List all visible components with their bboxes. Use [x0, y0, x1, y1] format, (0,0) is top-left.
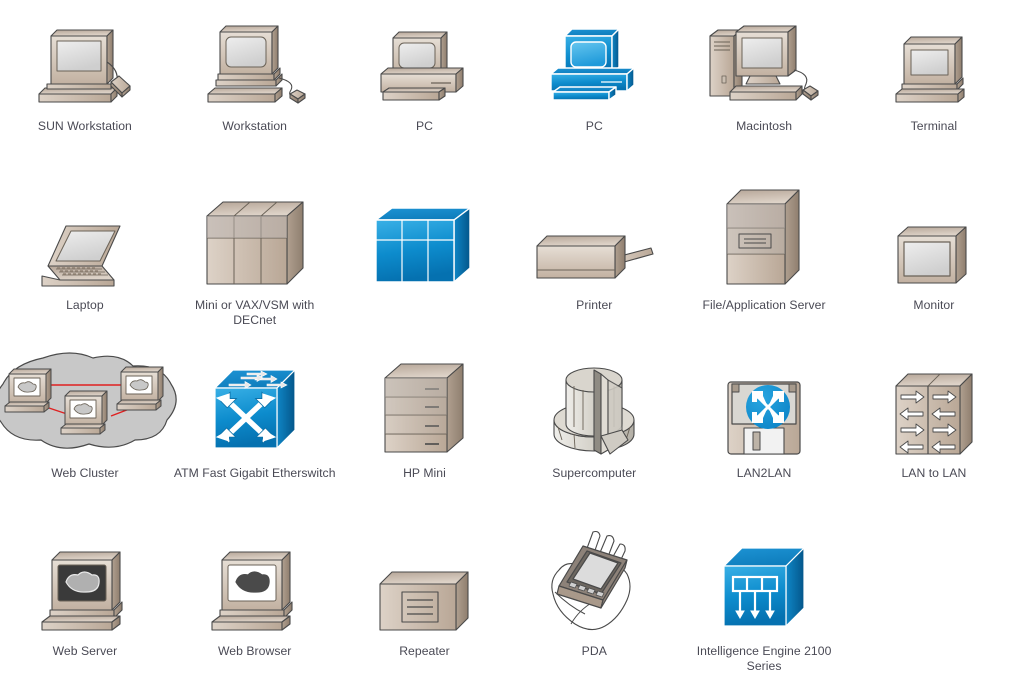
- stencil-label: LAN to LAN: [901, 466, 967, 480]
- stencil-item-atm-etherswitch[interactable]: ATM Fast Gigabit Etherswitch: [170, 350, 340, 510]
- sun-workstation-icon[interactable]: [5, 0, 165, 110]
- stencil-label: Intelligence Engine 2100 Series: [696, 644, 832, 673]
- workstation-icon[interactable]: [175, 0, 335, 110]
- lan-to-lan-icon[interactable]: [854, 350, 1014, 458]
- pc-icon[interactable]: [344, 0, 504, 110]
- stencil-item-intelligence-engine[interactable]: Intelligence Engine 2100 Series: [679, 510, 849, 681]
- terminal-icon[interactable]: [854, 0, 1014, 110]
- stencil-item-macintosh[interactable]: Macintosh: [679, 0, 849, 170]
- web-browser-icon[interactable]: [175, 510, 335, 636]
- stencil-item-terminal[interactable]: Terminal: [849, 0, 1019, 170]
- stencil-grid: SUN Workstation Workstation PC PC Macint…: [0, 0, 1019, 681]
- printer-icon[interactable]: [514, 170, 674, 290]
- intelligence-engine-icon[interactable]: [684, 510, 844, 636]
- stencil-label: Workstation: [222, 119, 288, 133]
- stencil-label: Monitor: [913, 298, 955, 312]
- stencil-item-hp-mini[interactable]: HP Mini: [340, 350, 510, 510]
- stencil-label: Web Server: [52, 644, 118, 658]
- supercomputer-icon[interactable]: [514, 350, 674, 458]
- stencil-item-monitor[interactable]: Monitor: [849, 170, 1019, 350]
- stencil-label: Laptop: [66, 298, 104, 312]
- macintosh-icon[interactable]: [684, 0, 844, 110]
- stencil-item-printer[interactable]: Printer: [509, 170, 679, 350]
- stencil-label: Terminal: [910, 119, 958, 133]
- web-cluster-icon[interactable]: [0, 350, 177, 458]
- stencil-label: Web Cluster: [51, 466, 119, 480]
- stencil-label: ATM Fast Gigabit Etherswitch: [173, 466, 336, 480]
- stencil-item-pc[interactable]: PC: [340, 0, 510, 170]
- stencil-item-mini-vax[interactable]: Mini or VAX/VSM with DECnet: [170, 170, 340, 350]
- stencil-item-web-server[interactable]: Web Server: [0, 510, 170, 681]
- stencil-label: Web Browser: [217, 644, 292, 658]
- stencil-item-workstation[interactable]: Workstation: [170, 0, 340, 170]
- atm-etherswitch-icon[interactable]: [175, 350, 335, 458]
- file-application-server-icon[interactable]: [684, 170, 844, 290]
- lan2lan-floppy-icon[interactable]: [684, 350, 844, 458]
- stencil-label: File/Application Server: [702, 298, 826, 312]
- hp-mini-icon[interactable]: [344, 350, 504, 458]
- stencil-label: Printer: [576, 298, 613, 312]
- stencil-label: Supercomputer: [552, 466, 637, 480]
- stencil-label: PDA: [581, 644, 607, 658]
- stencil-item-laptop[interactable]: Laptop: [0, 170, 170, 350]
- mini-vax-icon[interactable]: [175, 170, 335, 290]
- monitor-icon[interactable]: [854, 170, 1014, 290]
- stencil-label: Mini or VAX/VSM with DECnet: [195, 298, 315, 327]
- stencil-item-supercomputer[interactable]: Supercomputer: [509, 350, 679, 510]
- stencil-item-pda[interactable]: PDA: [509, 510, 679, 681]
- stencil-item-pc-blue[interactable]: PC: [509, 0, 679, 170]
- stencil-label: PC: [585, 119, 603, 133]
- stencil-label: PC: [415, 119, 433, 133]
- pc-blue-icon[interactable]: [514, 0, 674, 110]
- stencil-item-blue-cabinet[interactable]: [340, 170, 510, 350]
- stencil-item-web-cluster[interactable]: Web Cluster: [0, 350, 177, 510]
- stencil-label: HP Mini: [403, 466, 446, 480]
- stencil-label: LAN2LAN: [736, 466, 792, 480]
- web-server-icon[interactable]: [5, 510, 165, 636]
- stencil-label: Macintosh: [736, 119, 793, 133]
- stencil-item-web-browser[interactable]: Web Browser: [170, 510, 340, 681]
- stencil-label: Repeater: [399, 644, 450, 658]
- laptop-icon[interactable]: [5, 170, 165, 290]
- pda-icon[interactable]: [514, 510, 674, 636]
- repeater-icon[interactable]: [344, 510, 504, 636]
- stencil-item-sun-workstation[interactable]: SUN Workstation: [0, 0, 170, 170]
- stencil-label: SUN Workstation: [37, 119, 132, 133]
- stencil-item-repeater[interactable]: Repeater: [340, 510, 510, 681]
- stencil-item-lan2lan[interactable]: LAN2LAN: [679, 350, 849, 510]
- blue-cabinet-icon[interactable]: [344, 170, 504, 290]
- stencil-item-file-application-server[interactable]: File/Application Server: [679, 170, 849, 350]
- stencil-item-lan-to-lan[interactable]: LAN to LAN: [849, 350, 1019, 510]
